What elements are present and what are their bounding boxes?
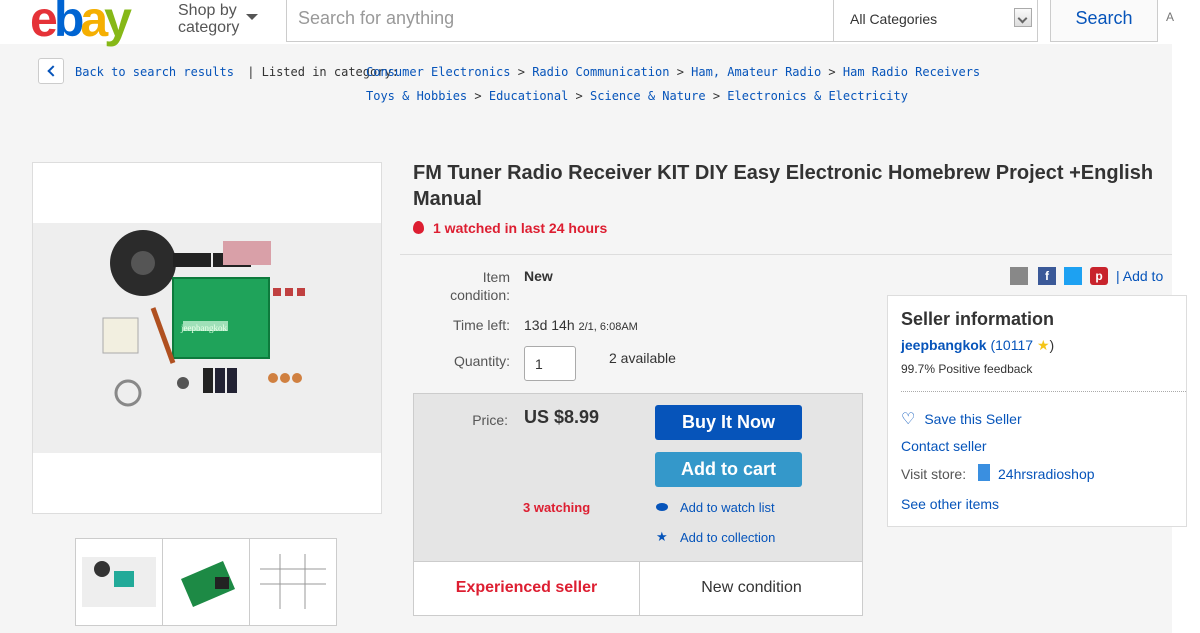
crumb-link[interactable]: Electronics & Electricity (727, 89, 908, 103)
save-seller-text: Save this Seller (924, 411, 1022, 427)
item-title: FM Tuner Radio Receiver KIT DIY Easy Ele… (413, 162, 1154, 210)
feedback-score[interactable]: (10117 (990, 337, 1033, 353)
watching-count: 3 watching (523, 500, 591, 515)
watch-alert: 1 watched in last 24 hours (413, 220, 607, 236)
back-to-search-link[interactable]: Back to search results (75, 65, 234, 79)
seller-name-row: jeepbangkok (10117 ★) (901, 337, 1054, 354)
divider (901, 391, 1186, 392)
advanced-link[interactable]: A (1166, 10, 1174, 24)
positive-feedback: 99.7% Positive feedback (901, 362, 1033, 376)
star-icon: ★ (1036, 337, 1050, 353)
seller-info-panel: Seller information jeepbangkok (10117 ★)… (887, 295, 1187, 527)
see-other-items-link[interactable]: See other items (901, 496, 999, 512)
score-close: ) (1049, 337, 1055, 353)
star-icon: ★ (656, 529, 668, 544)
thumbnail-image (76, 539, 162, 625)
add-to-collection-link[interactable]: Add to collection (680, 530, 775, 545)
chevron-down-icon[interactable] (1014, 8, 1032, 27)
shop-by-category-button[interactable]: Shop by category (178, 2, 239, 36)
crumb-link[interactable]: Educational (489, 89, 568, 103)
price-value: US $8.99 (524, 407, 600, 427)
logo-letter: y (104, 0, 132, 47)
available-count: 2 available (609, 350, 676, 366)
ebay-logo[interactable]: ebay (30, 0, 132, 47)
search-button[interactable]: Search (1050, 0, 1158, 42)
eye-icon (656, 503, 668, 511)
shop-by-label: Shop by (178, 2, 237, 19)
ebay-listing-page: ebay Shop by category Search for anythin… (0, 0, 1200, 633)
crumb-link[interactable]: Radio Communication (532, 65, 669, 79)
flame-icon (413, 221, 424, 234)
visit-store-row: Visit store: 24hrsradioshop (901, 464, 1095, 482)
radio-kit-photo (33, 223, 381, 453)
time-left-label: Time left: (452, 317, 510, 333)
logo-letter: e (30, 0, 58, 47)
crumb-link[interactable]: Ham, Amateur Radio (691, 65, 821, 79)
badges: Experienced seller New condition (413, 561, 863, 616)
facebook-icon[interactable]: f (1038, 267, 1056, 285)
crumb-link[interactable]: Ham Radio Receivers (843, 65, 980, 79)
new-condition-badge: New condition (701, 579, 802, 596)
divider (400, 254, 1172, 255)
visit-store-label: Visit store: (901, 466, 967, 482)
header: ebay Shop by category Search for anythin… (0, 0, 1200, 44)
seller-name-link[interactable]: jeepbangkok (901, 337, 987, 353)
thumbnail-image (163, 539, 249, 625)
quantity-input[interactable]: 1 (524, 346, 576, 381)
logo-letter: a (80, 0, 108, 47)
seller-heading: Seller information (901, 309, 1055, 329)
condition-value: New (524, 268, 553, 284)
logo-letter: b (53, 0, 84, 47)
contact-seller-link[interactable]: Contact seller (901, 438, 987, 454)
time-left: 13d 14h 2/1, 6:08AM (524, 317, 638, 333)
time-left-value: 13d 14h (524, 317, 575, 333)
crumb-link[interactable]: Science & Nature (590, 89, 706, 103)
category-label: category (178, 19, 240, 36)
back-arrow-icon[interactable] (38, 58, 64, 84)
save-seller-link[interactable]: ♡ Save this Seller (901, 409, 1022, 429)
breadcrumb: Back to search results | Listed in categ… (75, 65, 399, 79)
thumbnail-3[interactable] (249, 538, 337, 626)
thumbnail-image (250, 539, 336, 625)
category-select[interactable]: All Categories (834, 0, 1038, 42)
heart-icon: ♡ (901, 411, 916, 428)
photo-watermark: jeepbangkok (181, 323, 227, 333)
search-input[interactable]: Search for anything (286, 0, 834, 42)
store-icon (978, 464, 990, 481)
price-label: Price: (472, 412, 508, 428)
crumb-link[interactable]: Consumer Electronics (366, 65, 511, 79)
add-to-watchlist-link[interactable]: Add to watch list (680, 500, 775, 515)
store-name-link[interactable]: 24hrsradioshop (998, 466, 1095, 482)
category-path-1: Consumer Electronics > Radio Communicati… (366, 65, 981, 79)
end-time: 2/1, 6:08AM (578, 321, 638, 333)
caret-down-icon (246, 14, 258, 20)
condition-label: Item condition: (450, 269, 510, 303)
add-to-cart-button[interactable]: Add to cart (655, 452, 802, 487)
thumbnail-2[interactable] (162, 538, 250, 626)
buy-it-now-button[interactable]: Buy It Now (655, 405, 802, 440)
pinterest-icon[interactable]: p (1090, 267, 1108, 285)
email-icon[interactable] (1010, 267, 1028, 285)
quantity-label: Quantity: (453, 353, 510, 369)
image-gallery: jeepbangkok (32, 162, 382, 514)
category-path-2: Toys & Hobbies > Educational > Science &… (366, 89, 908, 103)
twitter-icon[interactable] (1064, 267, 1082, 285)
thumbnail-1[interactable] (75, 538, 163, 626)
crumb-link[interactable]: Toys & Hobbies (366, 89, 467, 103)
experienced-seller-badge: Experienced seller (455, 579, 598, 596)
add-to-link[interactable]: | Add to (1116, 268, 1163, 284)
watched-text: 1 watched in last 24 hours (433, 220, 608, 236)
main-product-photo[interactable]: jeepbangkok (33, 223, 381, 453)
